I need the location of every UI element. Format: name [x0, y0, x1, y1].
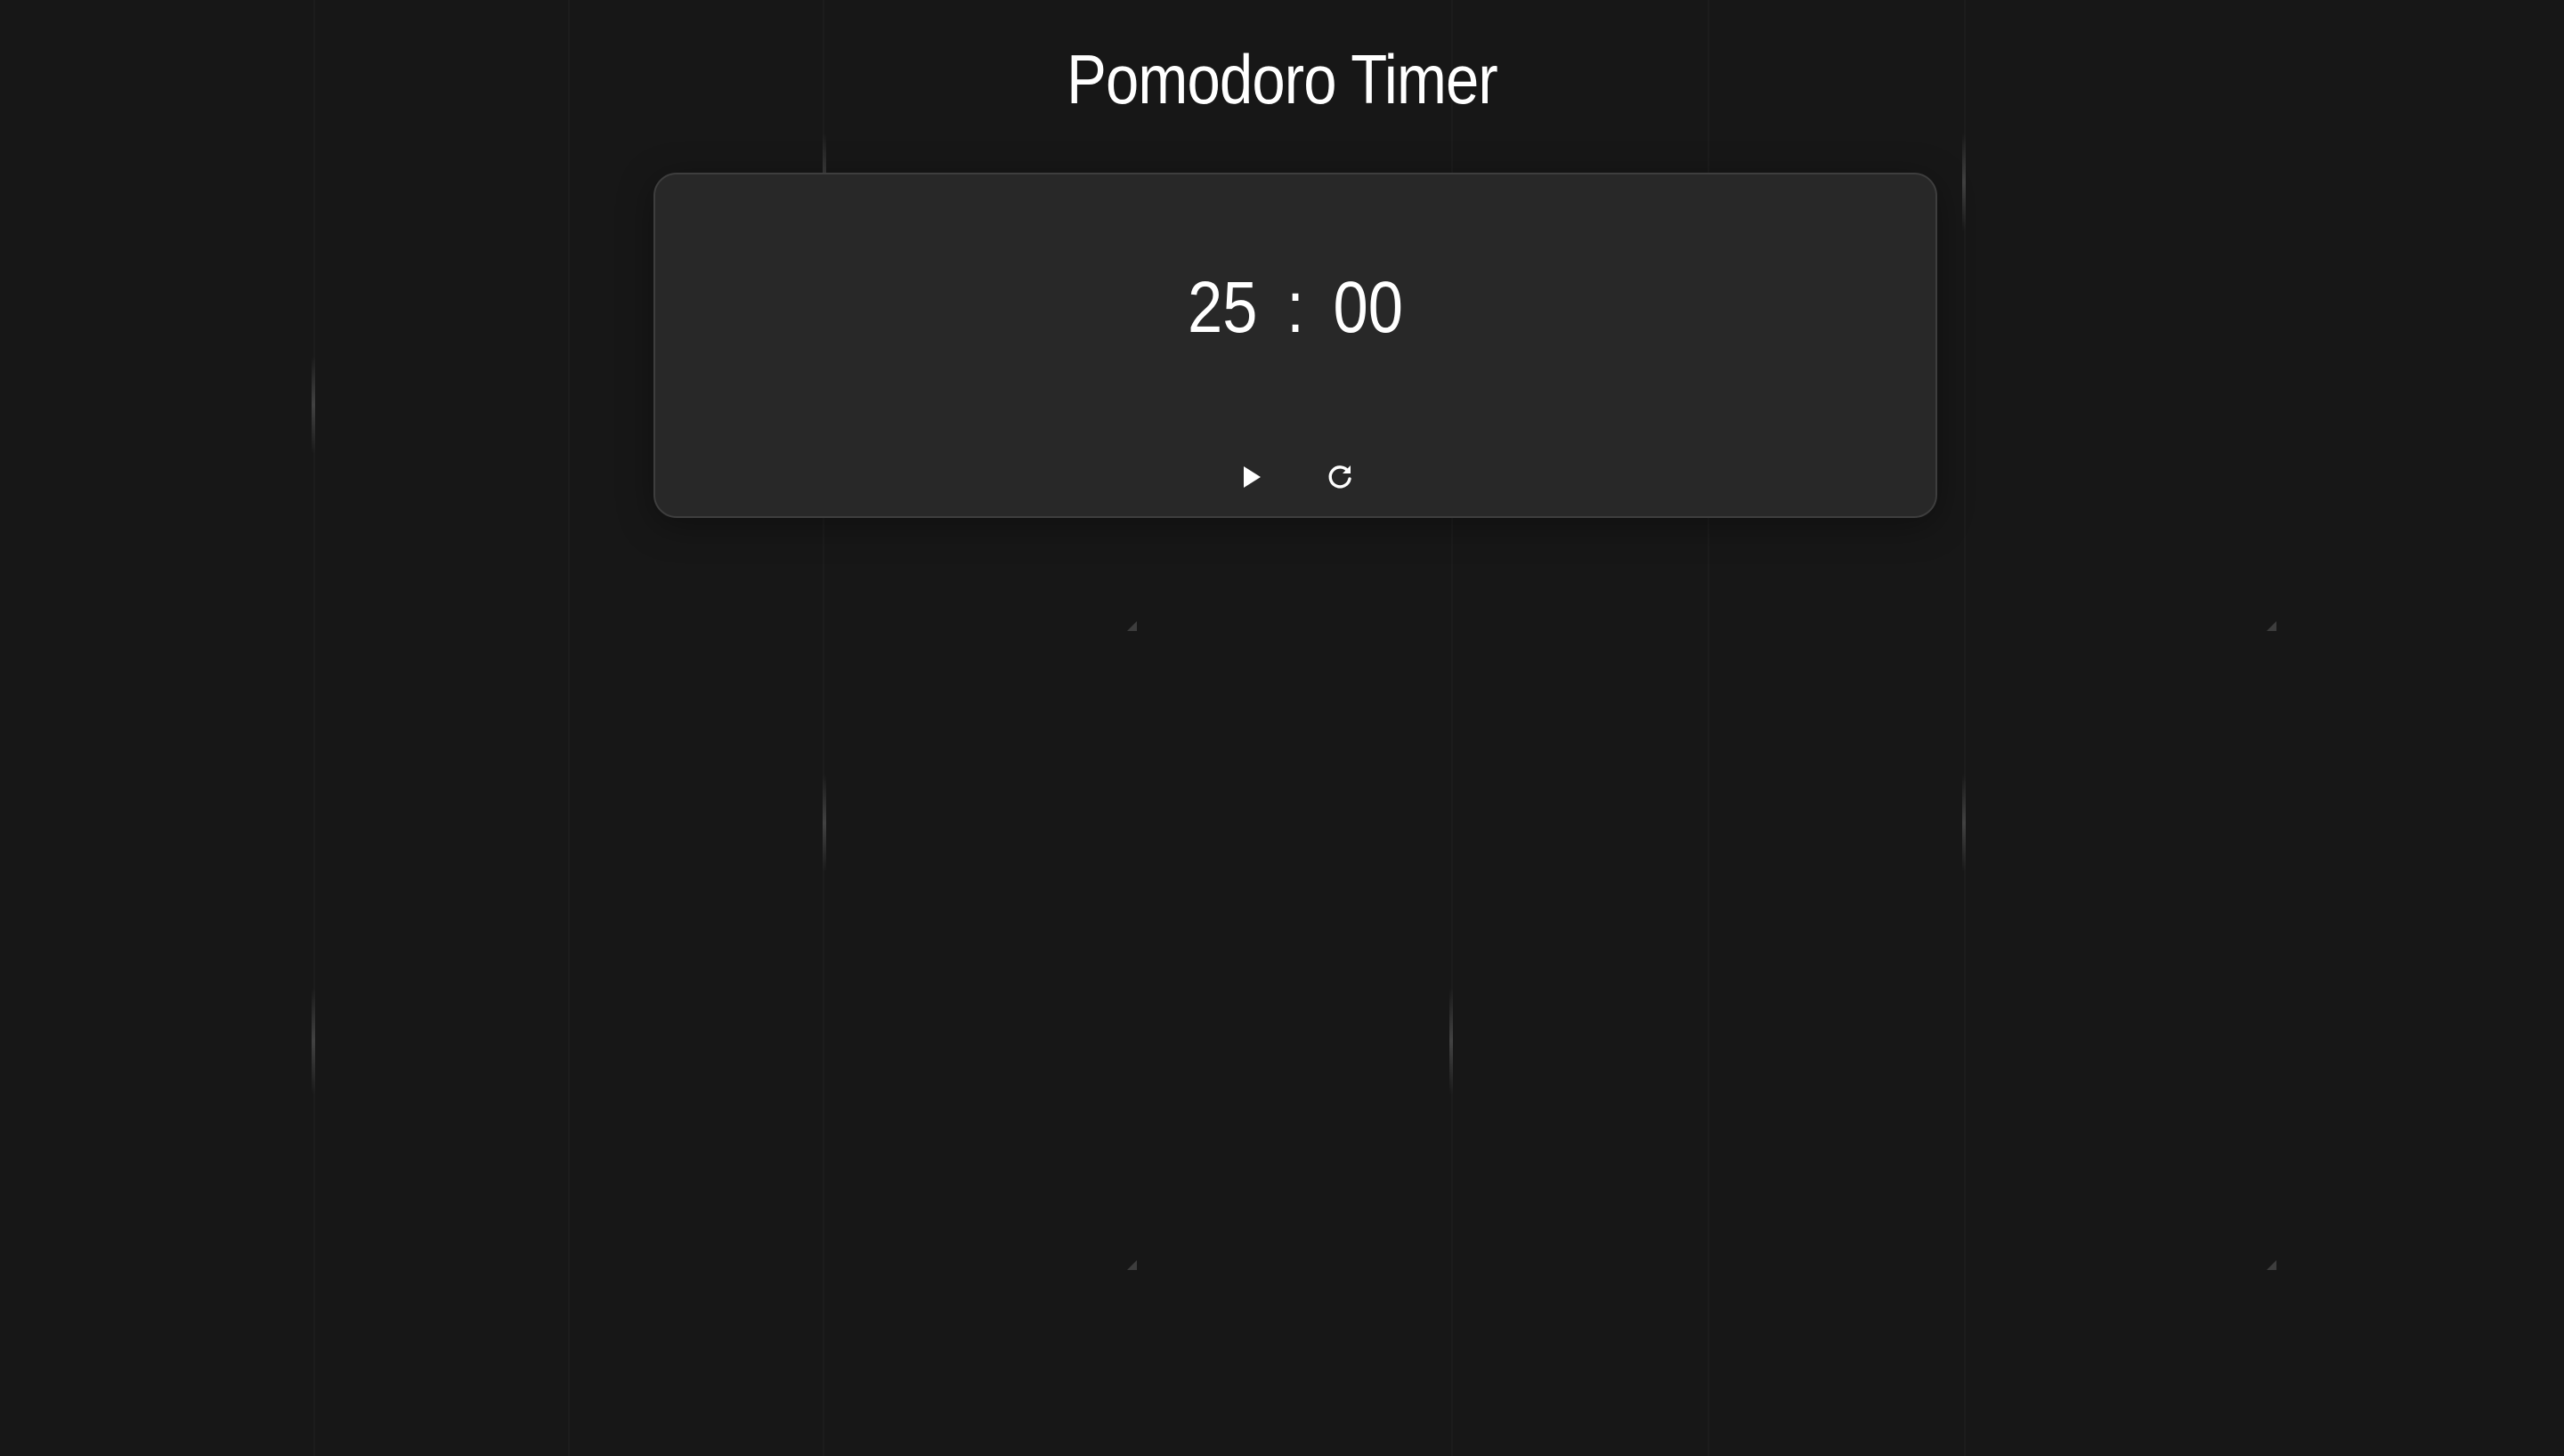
play-button[interactable]: [1229, 456, 1272, 498]
play-icon: [1237, 464, 1264, 490]
timer-minutes: 25: [1188, 267, 1258, 348]
background-grid-line: [568, 0, 570, 1456]
background-grid-line: [313, 0, 315, 1456]
background-streak: [312, 988, 315, 1095]
timer-controls: [655, 456, 1935, 498]
timer-seconds: 00: [1333, 267, 1403, 348]
background-corner-mark: [2267, 1260, 2276, 1270]
page: Pomodoro Timer 25:00: [0, 0, 2564, 1456]
background-corner-mark: [2267, 621, 2276, 631]
time-display: 25:00: [745, 263, 1846, 352]
background-corner-mark: [1127, 1260, 1137, 1270]
page-title: Pomodoro Timer: [1067, 40, 1498, 118]
background-streak: [1962, 133, 1966, 231]
background-streak: [1962, 774, 1966, 872]
background-corner-mark: [1127, 621, 1137, 631]
timer-separator: :: [1286, 267, 1304, 348]
timer-card: 25:00: [653, 173, 1937, 518]
reset-button[interactable]: [1319, 456, 1361, 498]
background-streak: [823, 774, 826, 872]
reset-icon: [1324, 461, 1356, 493]
background-streak: [312, 356, 315, 454]
background-streak: [1449, 988, 1453, 1095]
